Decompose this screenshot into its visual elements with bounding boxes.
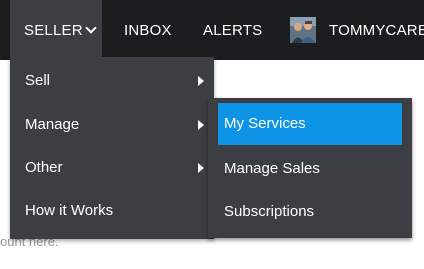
caret-right-icon xyxy=(198,163,204,173)
username-nav-link[interactable]: TOMMYCAREY xyxy=(329,0,424,60)
menu-item-label: How it Works xyxy=(25,202,114,219)
seller-nav-label: SELLER xyxy=(24,22,83,39)
menu-item-how-it-works[interactable]: How it Works xyxy=(10,191,214,231)
submenu-item-manage-sales[interactable]: Manage Sales xyxy=(208,149,412,189)
submenu-item-my-services[interactable]: My Services xyxy=(218,103,402,145)
menu-item-sell[interactable]: Sell xyxy=(10,61,214,101)
avatar-photo-icon xyxy=(290,17,316,43)
menu-item-label: Other xyxy=(25,159,63,176)
inbox-nav-link[interactable]: INBOX xyxy=(124,0,172,60)
submenu-item-subscriptions[interactable]: Subscriptions xyxy=(208,192,412,232)
top-nav-bar: SELLER INBOX ALERTS TOMMYCAREY xyxy=(0,0,424,60)
menu-item-label: Sell xyxy=(25,72,51,89)
manage-submenu: My Services Manage Sales Subscriptions xyxy=(208,98,412,238)
menu-item-label: Manage xyxy=(25,116,80,133)
caret-right-icon xyxy=(198,120,204,130)
menu-item-manage[interactable]: Manage xyxy=(10,105,214,145)
alerts-nav-link[interactable]: ALERTS xyxy=(203,0,262,60)
caret-right-icon xyxy=(198,76,204,86)
seller-nav-button[interactable]: SELLER xyxy=(10,0,102,60)
chevron-down-icon xyxy=(85,22,97,34)
menu-item-other[interactable]: Other xyxy=(10,148,214,188)
seller-dropdown-menu: Sell Manage Other How it Works xyxy=(10,57,214,239)
avatar[interactable] xyxy=(290,17,316,43)
